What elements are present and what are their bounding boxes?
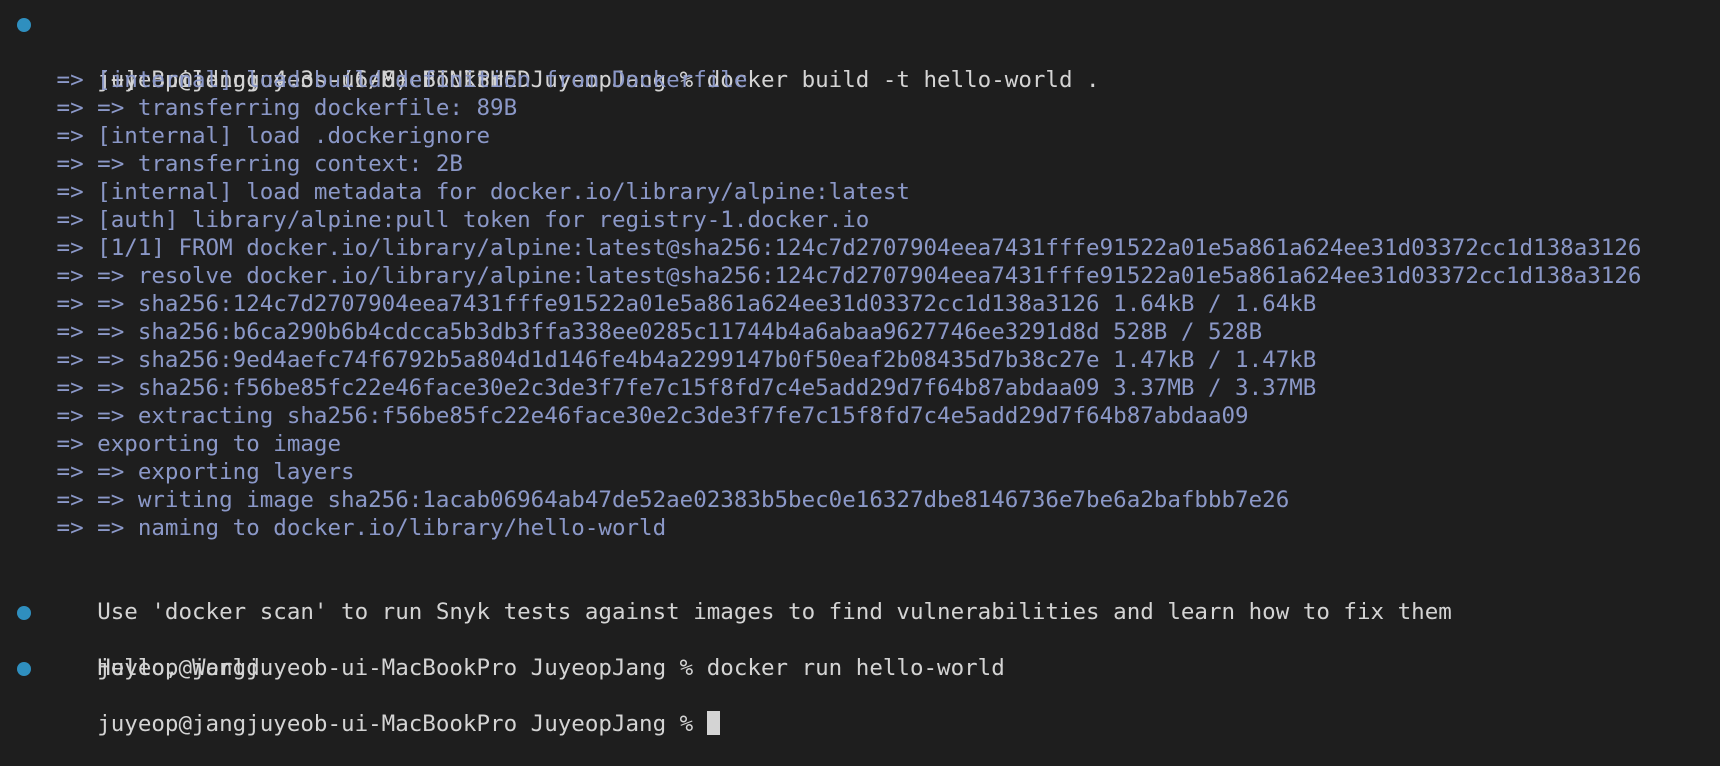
build-step-text: => [internal] load build definition from… [43, 67, 748, 93]
build-header: [+] Building 4.3s (6/6) FINISHED [0, 38, 1720, 93]
build-step-line: => => sha256:f56be85fc22e46face30e2c3de3… [0, 374, 1720, 402]
scan-hint-line: Use 'docker scan' to run Snyk tests agai… [0, 570, 1720, 625]
build-step-line: => => extracting sha256:f56be85fc22e46fa… [0, 402, 1720, 430]
build-step-line: => => resolve docker.io/library/alpine:l… [0, 262, 1720, 290]
build-step-line: => [1/1] FROM docker.io/library/alpine:l… [0, 234, 1720, 262]
build-step-text: => [auth] library/alpine:pull token for … [43, 207, 870, 233]
build-step-line: => => sha256:9ed4aefc74f6792b5a804d1d146… [0, 346, 1720, 374]
command-status-dot-icon [17, 606, 31, 620]
build-step-line: => => transferring dockerfile: 89B [0, 94, 1720, 122]
build-step-line: => => exporting layers [0, 458, 1720, 486]
build-step-text: => => exporting layers [43, 459, 355, 485]
build-step-text: => => sha256:b6ca290b6b4cdcca5b3db3ffa33… [43, 319, 1263, 345]
terminal-window[interactable]: juyeop@jangjuyeob-ui-MacBookPro JuyeopJa… [0, 10, 1720, 737]
build-step-text: => [internal] load .dockerignore [43, 123, 491, 149]
build-step-text: => => naming to docker.io/library/hello-… [43, 515, 667, 541]
text-cursor-icon [706, 711, 720, 735]
build-step-line: => => sha256:b6ca290b6b4cdcca5b3db3ffa33… [0, 318, 1720, 346]
build-step-text: => => extracting sha256:f56be85fc22e46fa… [43, 403, 1249, 429]
command-status-dot-icon [17, 18, 31, 32]
build-step-line: => => transferring context: 2B [0, 150, 1720, 178]
build-step-line: => [internal] load metadata for docker.i… [0, 178, 1720, 206]
build-step-text: => => writing image sha256:1acab06964ab4… [43, 487, 1290, 513]
build-step-line: => => writing image sha256:1acab06964ab4… [0, 486, 1720, 514]
current-prompt-line[interactable]: juyeop@jangjuyeob-ui-MacBookPro JuyeopJa… [0, 654, 1720, 737]
build-step-text: => [internal] load metadata for docker.i… [43, 179, 910, 205]
prompt-status-dot-icon [17, 662, 31, 676]
build-step-line: => => sha256:124c7d2707904eea7431fffe915… [0, 290, 1720, 318]
command-line-run: juyeop@jangjuyeob-ui-MacBookPro JuyeopJa… [0, 598, 1720, 681]
command-line-build: juyeop@jangjuyeob-ui-MacBookPro JuyeopJa… [0, 10, 1720, 93]
build-step-text: => => resolve docker.io/library/alpine:l… [43, 263, 1642, 289]
build-step-text: => => sha256:9ed4aefc74f6792b5a804d1d146… [43, 347, 1317, 373]
build-step-line: => [internal] load build definition from… [0, 66, 1720, 94]
build-step-line: => [internal] load .dockerignore [0, 122, 1720, 150]
current-prompt-text: juyeop@jangjuyeob-ui-MacBookPro JuyeopJa… [97, 711, 707, 737]
build-step-text: => => transferring context: 2B [43, 151, 463, 177]
build-step-text: => => sha256:124c7d2707904eea7431fffe915… [43, 291, 1317, 317]
build-steps-list: => [internal] load build definition from… [0, 66, 1720, 542]
build-step-text: => [1/1] FROM docker.io/library/alpine:l… [43, 235, 1642, 261]
build-step-line: => exporting to image [0, 430, 1720, 458]
run-output-line: Hello, World [0, 626, 1720, 681]
build-step-line: => => naming to docker.io/library/hello-… [0, 514, 1720, 542]
build-step-line: => [auth] library/alpine:pull token for … [0, 206, 1720, 234]
build-step-text: => exporting to image [43, 431, 342, 457]
build-step-text: => => transferring dockerfile: 89B [43, 95, 518, 121]
build-step-text: => => sha256:f56be85fc22e46face30e2c3de3… [43, 375, 1317, 401]
